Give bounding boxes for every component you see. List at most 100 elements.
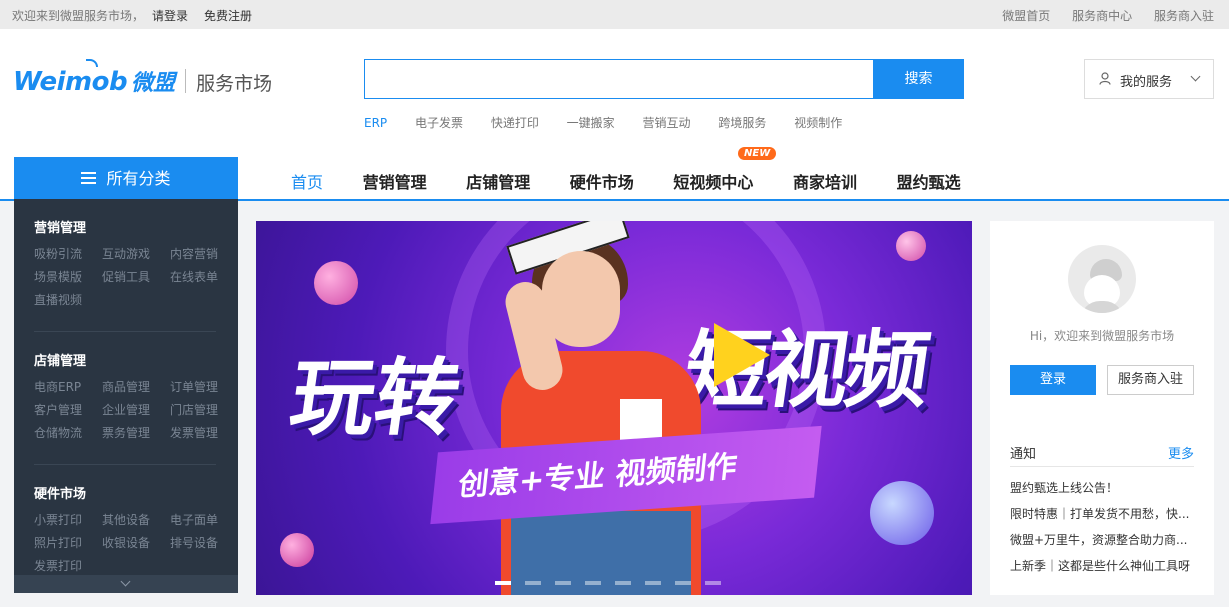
carousel-dot[interactable] [675, 581, 691, 585]
top-bar-links: 微盟首页 服务商中心 服务商入驻 [984, 7, 1214, 24]
banner-headline-left: 玩转 [284, 349, 466, 447]
category-item[interactable]: 在线表单 [170, 268, 238, 285]
category-item[interactable]: 照片打印 [34, 534, 102, 551]
all-categories-label: 所有分类 [106, 169, 171, 188]
category-item[interactable]: 仓储物流 [34, 424, 102, 441]
nav-short-video[interactable]: 短视频中心 [673, 169, 753, 193]
category-item[interactable]: 排号设备 [170, 534, 238, 551]
category-item[interactable]: 发票管理 [170, 424, 238, 441]
category-item[interactable]: 客户管理 [34, 401, 102, 418]
notice-header: 通知 更多 [1010, 443, 1194, 467]
nav-store[interactable]: 店铺管理 [466, 169, 530, 193]
welcome-text: 欢迎来到微盟服务市场， [12, 9, 145, 23]
header: Weimob 微盟 服务市场 搜索 ERP 电子发票 快递打印 一键搬家 营销互动 … [0, 29, 1229, 201]
category-title[interactable]: 硬件市场 [34, 483, 224, 502]
nav-training[interactable]: 商家培训 [793, 169, 857, 193]
wifi-icon [86, 59, 98, 67]
hotword-express-print[interactable]: 快递打印 [491, 116, 539, 130]
nav-hardware[interactable]: 硬件市场 [570, 169, 634, 193]
provider-center-link[interactable]: 服务商中心 [1072, 9, 1132, 23]
login-link[interactable]: 请登录 [152, 9, 188, 23]
sidebar-expand-button[interactable] [14, 575, 238, 593]
category-section-store: 店铺管理 电商ERP 商品管理 订单管理 客户管理 企业管理 门店管理 仓储物流… [34, 350, 224, 441]
banner-orb [280, 533, 314, 567]
notice-item[interactable]: 限时特惠｜打单发货不用愁，快... [1010, 507, 1194, 533]
category-item[interactable]: 门店管理 [170, 401, 238, 418]
banner-orb [870, 481, 934, 545]
search-button[interactable]: 搜索 [873, 59, 964, 99]
notice-item[interactable]: 上新季｜这都是些什么神仙工具呀 [1010, 559, 1194, 585]
carousel-dot[interactable] [585, 581, 601, 585]
banner-orb [314, 261, 358, 305]
category-item[interactable]: 收银设备 [102, 534, 170, 551]
hotword-video[interactable]: 视频制作 [794, 116, 842, 130]
chevron-down-icon [120, 576, 131, 587]
category-title[interactable]: 店铺管理 [34, 350, 224, 369]
category-item[interactable]: 发票打印 [34, 557, 102, 574]
nav-home[interactable]: 首页 [291, 169, 323, 193]
carousel-dot[interactable] [525, 581, 541, 585]
panel-provider-join-button[interactable]: 服务商入驻 [1107, 365, 1194, 395]
category-item[interactable]: 其他设备 [102, 511, 170, 528]
logo-subtitle: 服务市场 [196, 73, 273, 95]
category-section-hardware: 硬件市场 小票打印 其他设备 电子面单 照片打印 收银设备 排号设备 发票打印 [34, 483, 224, 574]
carousel-indicators [495, 574, 735, 588]
main-nav: 首页 营销管理 店铺管理 硬件市场 短视频中心 商家培训 盟约甄选 [274, 169, 978, 193]
site-logo[interactable]: Weimob 微盟 服务市场 [13, 59, 273, 99]
category-item[interactable]: 票务管理 [102, 424, 170, 441]
carousel-dot[interactable] [555, 581, 571, 585]
category-item[interactable]: 电子面单 [170, 511, 238, 528]
category-sidebar: 营销管理 吸粉引流 互动游戏 内容营销 场景模版 促销工具 在线表单 直播视频 … [14, 199, 238, 593]
notice-more-link[interactable]: 更多 [1168, 443, 1194, 462]
user-panel: Hi，欢迎来到微盟服务市场 登录 服务商入驻 通知 更多 盟约甄选上线公告！ 限… [990, 221, 1214, 595]
section-divider [34, 464, 216, 465]
carousel-dot[interactable] [615, 581, 631, 585]
hot-keywords: ERP 电子发票 快递打印 一键搬家 营销互动 跨境服务 视频制作 [364, 114, 866, 131]
category-item[interactable]: 企业管理 [102, 401, 170, 418]
notice-list: 盟约甄选上线公告！ 限时特惠｜打单发货不用愁，快... 微盟+万里牛，资源整合助… [1010, 481, 1194, 585]
category-item[interactable]: 商品管理 [102, 378, 170, 395]
category-section-marketing: 营销管理 吸粉引流 互动游戏 内容营销 场景模版 促销工具 在线表单 直播视频 [34, 217, 224, 308]
category-item[interactable]: 促销工具 [102, 268, 170, 285]
hotword-e-invoice[interactable]: 电子发票 [415, 116, 463, 130]
section-divider [34, 331, 216, 332]
my-service-label: 我的服务 [1120, 75, 1173, 90]
notice-item[interactable]: 微盟+万里牛，资源整合助力商... [1010, 533, 1194, 559]
nav-marketing[interactable]: 营销管理 [363, 169, 427, 193]
carousel-dot[interactable] [705, 581, 721, 585]
category-item[interactable]: 互动游戏 [102, 245, 170, 262]
logo-divider [185, 69, 187, 93]
weimob-home-link[interactable]: 微盟首页 [1002, 9, 1050, 23]
carousel-dot[interactable] [495, 581, 511, 585]
category-item[interactable]: 小票打印 [34, 511, 102, 528]
carousel-dot[interactable] [645, 581, 661, 585]
search-input[interactable] [364, 59, 874, 99]
new-badge: NEW [738, 147, 777, 160]
top-bar-left: 欢迎来到微盟服务市场， 请登录 免费注册 [12, 7, 252, 24]
category-item[interactable]: 直播视频 [34, 291, 102, 308]
nav-selection[interactable]: 盟约甄选 [897, 169, 961, 193]
search-bar: 搜索 [364, 59, 964, 99]
notice-title: 通知 [1010, 447, 1037, 462]
hero-banner[interactable]: 玩转 短视频 创意+专业 视频制作 [256, 221, 972, 595]
register-link[interactable]: 免费注册 [204, 9, 252, 23]
category-item[interactable]: 内容营销 [170, 245, 238, 262]
panel-login-button[interactable]: 登录 [1010, 365, 1096, 395]
category-item[interactable]: 订单管理 [170, 378, 238, 395]
category-item[interactable]: 场景模版 [34, 268, 102, 285]
category-item[interactable]: 吸粉引流 [34, 245, 102, 262]
avatar [1068, 245, 1136, 313]
play-icon [714, 323, 770, 387]
hotword-erp[interactable]: ERP [364, 116, 387, 130]
my-service-dropdown[interactable]: 我的服务 [1084, 59, 1214, 99]
logo-brand-cn: 微盟 [131, 71, 176, 96]
hotword-one-click-move[interactable]: 一键搬家 [567, 116, 615, 130]
hotword-marketing[interactable]: 营销互动 [643, 116, 691, 130]
notice-item[interactable]: 盟约甄选上线公告！ [1010, 481, 1194, 507]
category-title[interactable]: 营销管理 [34, 217, 224, 236]
hotword-cross-border[interactable]: 跨境服务 [718, 116, 766, 130]
provider-join-link[interactable]: 服务商入驻 [1154, 9, 1214, 23]
category-item[interactable]: 电商ERP [34, 378, 102, 395]
all-categories-button[interactable]: 所有分类 [14, 157, 238, 199]
user-icon [1099, 72, 1111, 85]
